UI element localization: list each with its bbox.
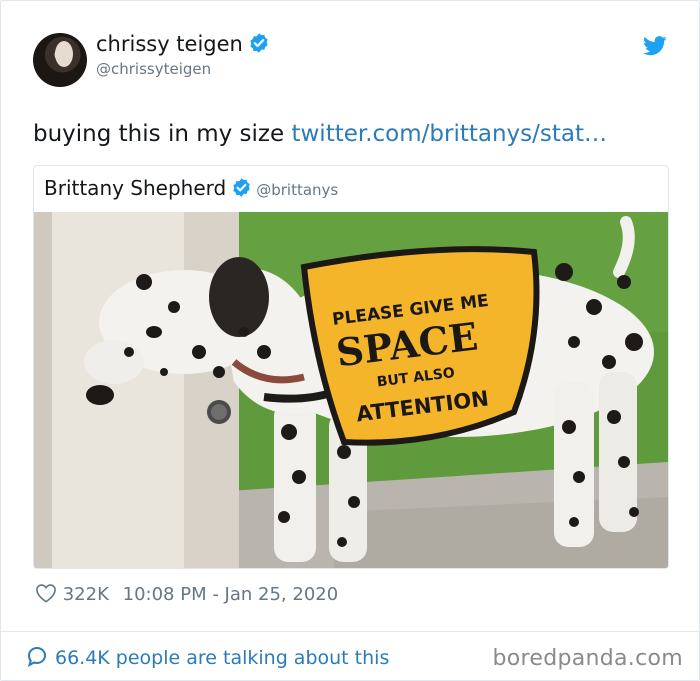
tweet-body-text: buying this in my size (33, 121, 292, 147)
avatar-face (55, 41, 73, 67)
tweet-embed-card: chrissy teigen @chrissyteigen buying thi… (0, 0, 700, 681)
talking-about-link[interactable]: 66.4K people are talking about this (25, 644, 389, 669)
verified-badge-icon (250, 33, 268, 53)
tweet-timestamp[interactable]: 10:08 PM - Jan 25, 2020 (123, 584, 339, 605)
speech-bubble-icon (27, 646, 47, 668)
quoted-tweet-image[interactable]: PLEASE GIVE ME SPACE BUT ALSO ATTENTION (34, 212, 668, 568)
dalmatian-vest-photo: PLEASE GIVE ME SPACE BUT ALSO ATTENTION (34, 212, 668, 568)
footer-divider (1, 631, 699, 632)
verified-badge-icon (233, 178, 250, 197)
twitter-bird-icon[interactable] (643, 36, 667, 56)
tweet-meta: 322K 10:08 PM - Jan 25, 2020 (35, 583, 338, 605)
tweet-text: buying this in my size twitter.com/britt… (33, 121, 607, 147)
like-count[interactable]: 322K (63, 584, 109, 605)
tweet-link[interactable]: twitter.com/brittanys/stat… (291, 121, 607, 147)
watermark: boredpanda.com (492, 646, 683, 671)
author-name-text[interactable]: chrissy teigen (96, 32, 243, 56)
quoted-tweet-header: Brittany Shepherd @brittanys (44, 176, 338, 200)
quoted-tweet[interactable]: Brittany Shepherd @brittanys PLEASE GIVE… (33, 165, 669, 569)
author-avatar[interactable] (33, 33, 87, 87)
author-handle[interactable]: @chrissyteigen (96, 60, 211, 78)
heart-outline-icon[interactable] (35, 583, 57, 603)
talking-about-text[interactable]: 66.4K people are talking about this (55, 647, 389, 669)
quoted-author-name[interactable]: Brittany Shepherd (44, 176, 226, 200)
author-display-name[interactable]: chrissy teigen (96, 32, 270, 56)
quoted-author-handle[interactable]: @brittanys (256, 181, 338, 199)
